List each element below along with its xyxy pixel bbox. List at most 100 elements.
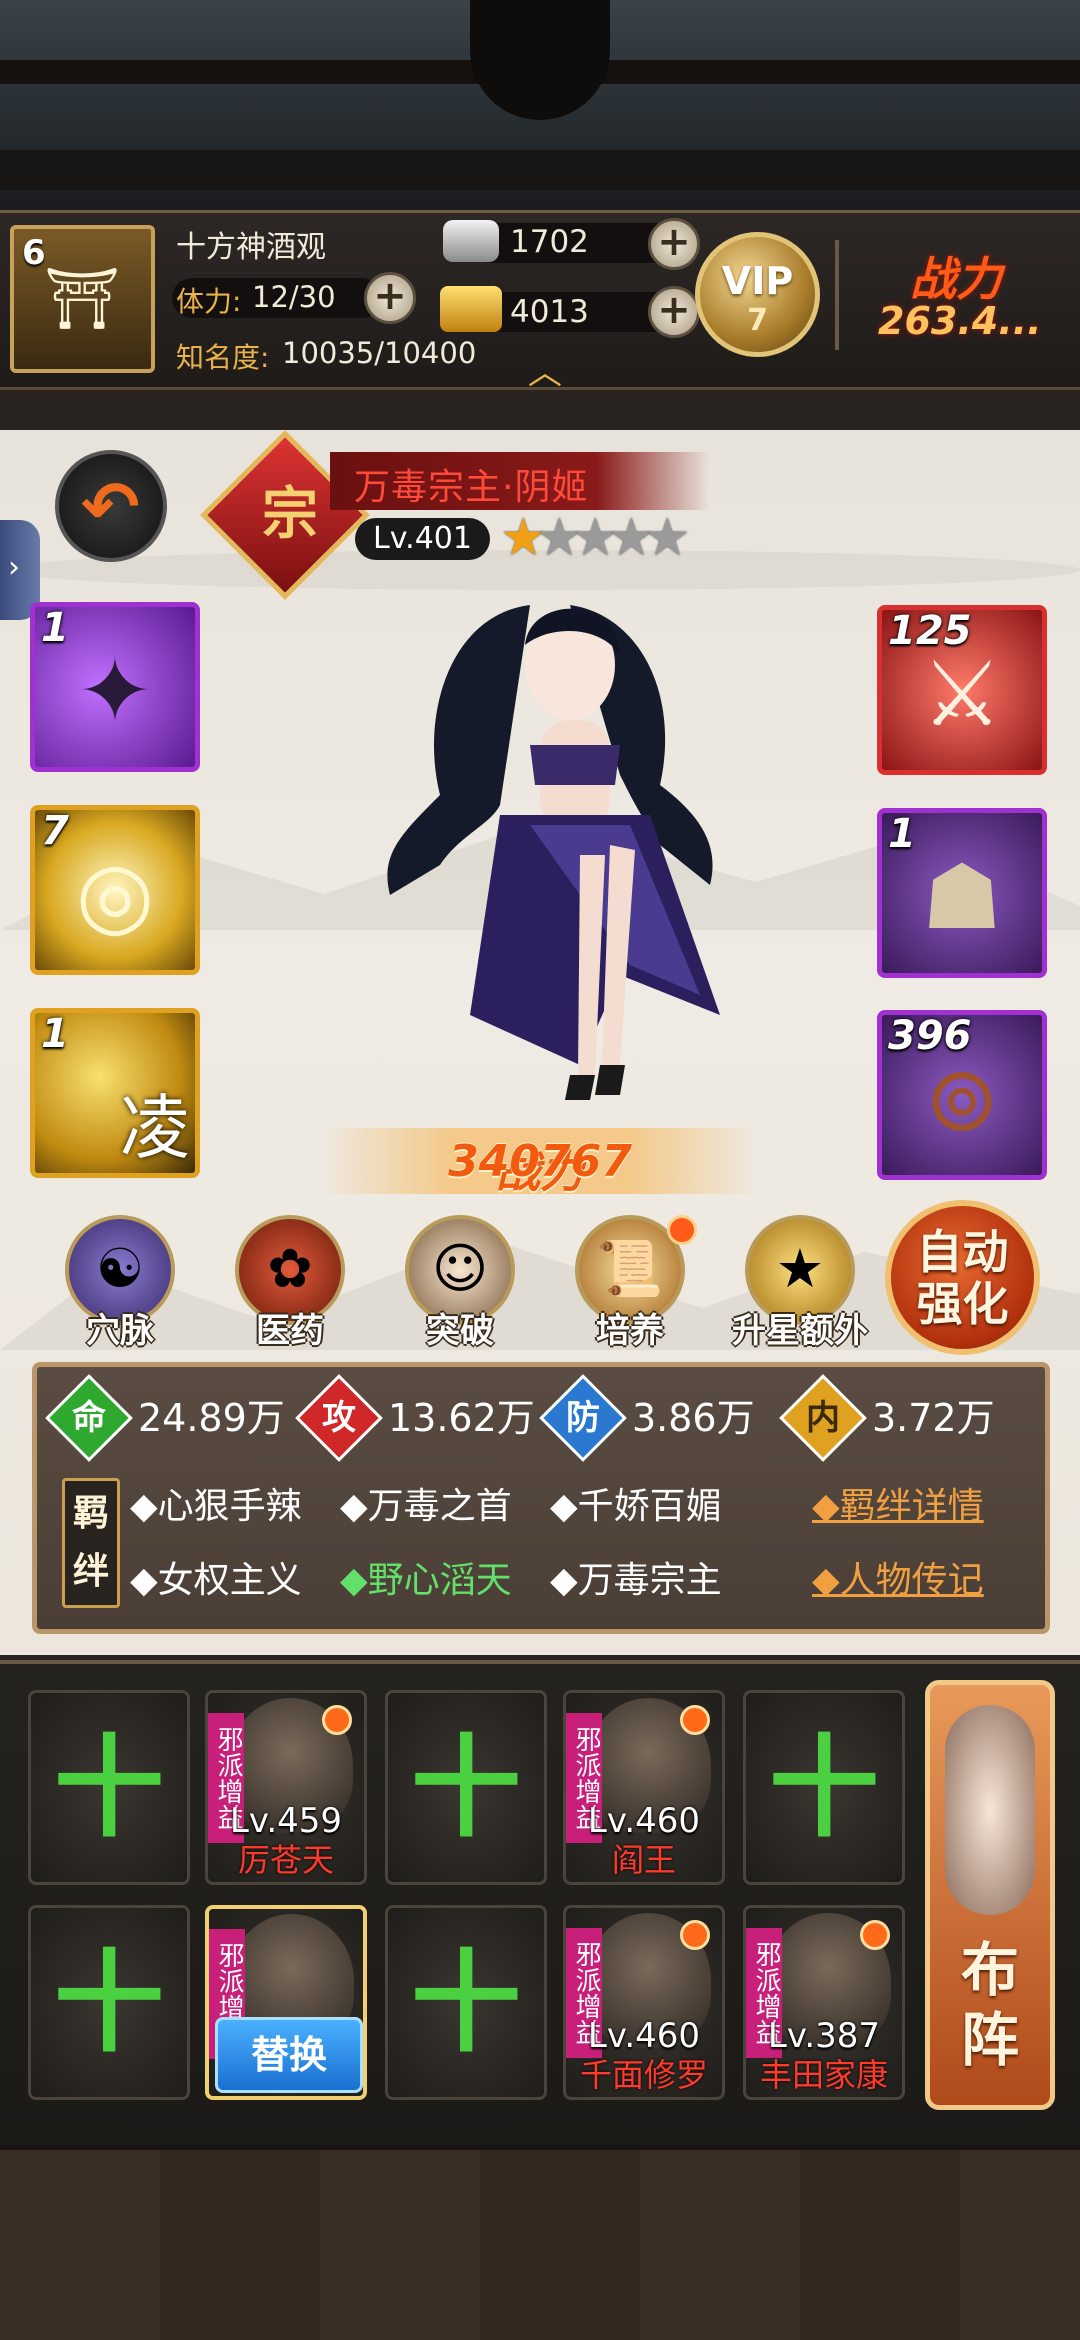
function-cultivate[interactable]: 📜 培养 <box>565 1215 697 1351</box>
bond-item-active[interactable]: ◆野心滔天 <box>340 1556 512 1606</box>
expand-chevron-icon[interactable]: ︿ <box>528 345 562 394</box>
gold-icon <box>440 286 502 332</box>
inner-value: 3.72万 <box>872 1396 995 1440</box>
bond-item[interactable]: ◆千娇百媚 <box>550 1482 722 1532</box>
function-star-up[interactable]: ★ 升星额外 <box>732 1215 868 1351</box>
silver-icon <box>443 220 499 262</box>
hero-slot[interactable]: 邪派增益 Lv.460 阎王 <box>563 1690 725 1885</box>
add-hero-plus-icon: 十 <box>54 1724 164 1852</box>
def-value: 3.86万 <box>632 1396 755 1440</box>
bond-item[interactable]: ◆女权主义 <box>130 1556 302 1606</box>
roof-ornament <box>470 0 610 120</box>
deploy-label: 布阵 <box>960 1936 1019 2074</box>
def-glyph: 防 <box>566 1398 600 1438</box>
skill-count: 1 <box>41 605 69 651</box>
floor-decoration <box>0 2145 1080 2340</box>
red-sword-icon: ⚔ <box>921 642 1003 747</box>
equip-count: 1 <box>888 811 916 857</box>
notification-dot <box>860 1920 890 1950</box>
hp-glyph: 命 <box>72 1398 106 1438</box>
empty-slot[interactable]: 十 <box>743 1690 905 1885</box>
add-silver-button[interactable]: + <box>648 218 700 270</box>
star-empty-icon: ★ <box>644 508 691 568</box>
hero-level: Lv.401 <box>355 518 490 560</box>
empty-slot[interactable]: 十 <box>28 1905 190 2100</box>
hero-slot-name: 千面修罗 <box>579 2056 708 2094</box>
biography-link[interactable]: ◆人物传记 <box>812 1556 984 1606</box>
return-arrow-icon: ↶ <box>81 466 140 548</box>
bond-item[interactable]: ◆万毒之首 <box>340 1482 512 1532</box>
gold-value: 4013 <box>510 294 589 330</box>
function-label: 升星额外 <box>732 1311 868 1351</box>
header-power: 战力 263.4... <box>870 235 1080 355</box>
stats-row: 命 24.89万 攻 13.62万 防 3.86万 内 3.72万 <box>45 1374 1046 1462</box>
bonds-label-text: 羁绊 <box>73 1493 110 1592</box>
bond-item[interactable]: ◆万毒宗主 <box>550 1556 722 1606</box>
add-hero-plus-icon: 十 <box>411 1724 521 1852</box>
skill-slot-1[interactable]: ✦ 1 <box>30 602 200 772</box>
atk-value: 13.62万 <box>388 1396 535 1440</box>
fame-value: 10035/10400 <box>282 336 477 370</box>
header-power-value: 263.4... <box>878 299 1042 343</box>
back-button[interactable]: ↶ <box>55 450 167 562</box>
equip-slot-2[interactable]: ☗ 1 <box>877 808 1047 978</box>
hero-slot[interactable]: 邪派增益 Lv.387 丰田家康 <box>743 1905 905 2100</box>
hero-power: 战力 340767 <box>320 1128 760 1198</box>
hero-power-value: 340767 <box>448 1136 632 1187</box>
player-name: 十方神酒观 <box>176 230 326 265</box>
prayer-beads-icon: ⊚ <box>924 1047 1000 1152</box>
hero-portrait <box>387 605 720 1100</box>
empty-slot[interactable]: 十 <box>385 1905 547 2100</box>
fame-label: 知名度: <box>176 341 270 374</box>
skill-count: 7 <box>41 808 69 854</box>
inner-glyph: 内 <box>806 1398 840 1438</box>
stamina-value: 12/30 <box>252 280 336 314</box>
auto-enhance-button[interactable]: 自动强化 <box>885 1200 1040 1355</box>
hero-name: 万毒宗主·阴姬 <box>354 467 589 508</box>
empty-slot[interactable]: 十 <box>28 1690 190 1885</box>
hero-slot-name: 丰田家康 <box>759 2056 888 2094</box>
stamina-label: 体力: <box>176 285 242 318</box>
equip-slot-3[interactable]: ⊚ 396 <box>877 1010 1047 1180</box>
bond-item[interactable]: ◆心狠手辣 <box>130 1482 302 1532</box>
silver-value: 1702 <box>510 224 589 260</box>
skill-slot-2[interactable]: ◎ 7 <box>30 805 200 975</box>
golden-swirl-icon: ◎ <box>75 842 155 947</box>
header-divider <box>835 240 839 350</box>
function-label: 穴脉 <box>86 1311 154 1351</box>
pagoda-icon: ⛩ <box>44 264 121 334</box>
deploy-portrait <box>945 1705 1035 1915</box>
shuriken-icon: ✦ <box>77 639 153 744</box>
add-hero-plus-icon: 十 <box>54 1939 164 2067</box>
empty-slot[interactable]: 十 <box>385 1690 547 1885</box>
add-stamina-button[interactable]: + <box>364 272 416 324</box>
vip-badge[interactable]: VIP 7 <box>695 232 820 357</box>
hero-name-banner: 万毒宗主·阴姬 <box>330 452 710 510</box>
function-label: 医药 <box>256 1311 324 1351</box>
deploy-button[interactable]: 布阵 <box>925 1680 1055 2110</box>
function-medicine[interactable]: ✿ 医药 <box>225 1215 355 1351</box>
player-avatar[interactable]: 6 ⛩ <box>10 225 155 373</box>
cloak-icon: ☗ <box>921 845 1003 950</box>
selected-hero-slot[interactable]: 邪派增益 替换 <box>205 1905 367 2100</box>
function-breakthrough[interactable]: ☺ 突破 <box>395 1215 525 1351</box>
notification-dot <box>680 1705 710 1735</box>
function-label: 突破 <box>426 1311 494 1351</box>
player-level: 6 <box>22 233 46 273</box>
hp-value: 24.89万 <box>138 1396 285 1440</box>
bonds-label: 羁绊 <box>62 1478 120 1608</box>
equip-slot-1[interactable]: ⚔ 125 <box>877 605 1047 775</box>
atk-glyph: 攻 <box>322 1398 356 1438</box>
skill-slot-3[interactable]: 凌 1 <box>30 1008 200 1178</box>
swap-button[interactable]: 替换 <box>215 2017 363 2093</box>
add-hero-plus-icon: 十 <box>411 1939 521 2067</box>
function-label: 培养 <box>596 1311 664 1351</box>
add-gold-button[interactable]: + <box>648 286 700 338</box>
hero-slot[interactable]: 邪派增益 Lv.460 千面修罗 <box>563 1905 725 2100</box>
boot-icon: 凌 <box>120 1087 190 1169</box>
hero-slot[interactable]: 邪派增益 Lv.459 厉苍天 <box>205 1690 367 1885</box>
bond-detail-link[interactable]: ◆羁绊详情 <box>812 1482 984 1532</box>
auto-enhance-label: 自动强化 <box>916 1225 1009 1331</box>
function-meridian[interactable]: ☯ 穴脉 <box>55 1215 185 1351</box>
equip-count: 125 <box>888 608 972 654</box>
